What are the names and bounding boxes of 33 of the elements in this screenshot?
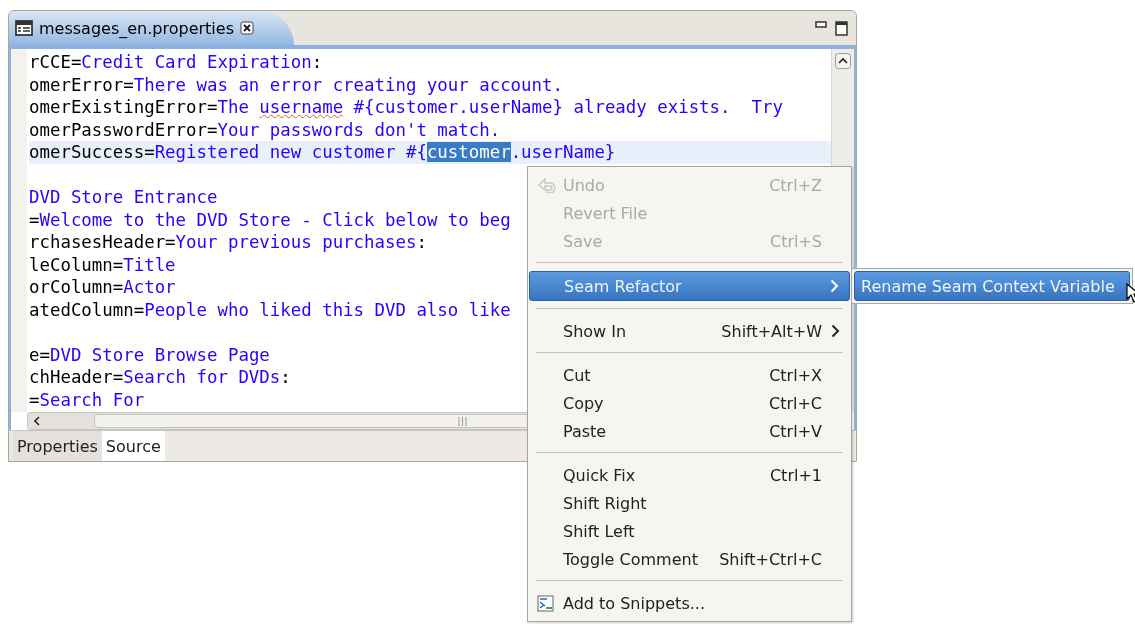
code-line: orColumn=Actor [29, 276, 176, 299]
snippet-icon [537, 594, 554, 612]
code-line: omerError=There was an error creating your account. [29, 73, 563, 96]
editor-tab[interactable]: Source [101, 431, 165, 461]
code-line: leColumn=Title [29, 253, 176, 276]
editor-tab[interactable]: messages_en.properties [9, 11, 294, 45]
menu-item[interactable]: Shift Left [529, 517, 850, 545]
menu-item[interactable]: Quick Fix Ctrl+1 [529, 461, 850, 489]
code-line: omerExistingError=The username #{customer.userName} already exists. Try [29, 96, 783, 119]
menu-item[interactable]: Toggle Comment Shift+Ctrl+C [529, 545, 850, 573]
code-line: e=DVD Store Browse Page [29, 343, 270, 366]
grip-icon [458, 416, 467, 426]
code-line: =Search For [29, 388, 145, 411]
menu-item[interactable]: Shift Right [529, 489, 850, 517]
code-line: omerSuccess=Registered new customer #{customer.userName} [29, 141, 616, 164]
code-line: rCCE=Credit Card Expiration: [29, 51, 323, 74]
code-line: rchasesHeader=Your previous purchases: [29, 231, 427, 254]
code-line: DVD Store Entrance [29, 186, 218, 209]
file-icon [15, 20, 33, 36]
code-line: chHeader=Search for DVDs: [29, 366, 291, 389]
minimize-icon[interactable] [815, 20, 827, 29]
code-line: omerPasswordError=Your passwords don't match. [29, 118, 501, 141]
menu-item[interactable]: Show In Shift+Alt+W [529, 317, 850, 345]
menu-item[interactable]: Paste Ctrl+V [529, 417, 850, 445]
code-line: atedColumn=People who liked this DVD also like [29, 298, 511, 321]
menu-item[interactable]: Copy Ctrl+C [529, 389, 850, 417]
maximize-icon[interactable] [835, 20, 848, 36]
editor-tab[interactable]: Properties [13, 431, 102, 461]
code-line: =Welcome to the DVD Store - Click below to beg [29, 208, 511, 231]
close-icon[interactable] [239, 21, 254, 35]
menu-item[interactable]: Add to Snippets... [529, 589, 850, 617]
menu-item[interactable]: Cut Ctrl+X [529, 361, 850, 389]
undo-arrow-icon [537, 177, 557, 193]
